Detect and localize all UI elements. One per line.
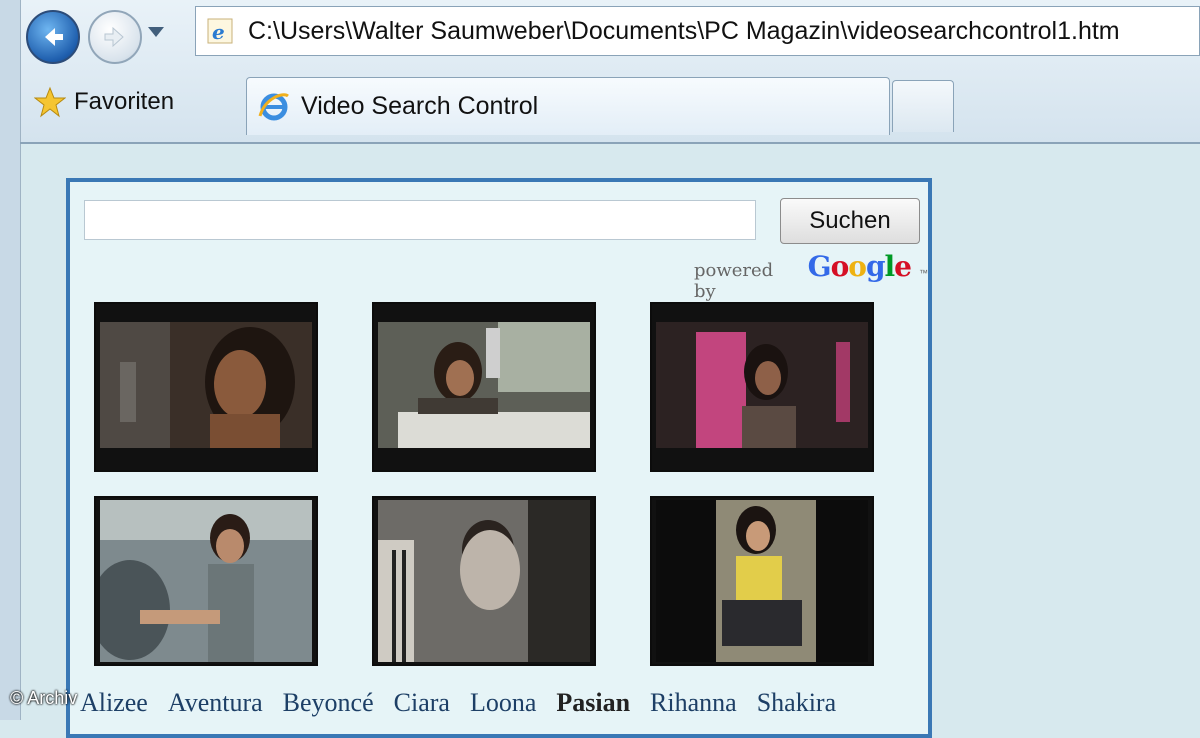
address-bar[interactable]: e C:\Users\Walter Saumweber\Documents\PC… (195, 6, 1200, 56)
search-input[interactable] (84, 200, 756, 240)
google-letter: e (894, 250, 912, 283)
tag-current: Pasian (556, 688, 631, 717)
tag-list: Alizee Aventura Beyoncé Ciara Loona Pasi… (80, 688, 836, 718)
video-still (656, 500, 868, 662)
tag-link[interactable]: Shakira (757, 688, 836, 718)
google-letter: o (830, 250, 850, 283)
video-still (100, 322, 312, 448)
powered-by-google: powered by Google ™ (694, 250, 928, 302)
favorites-label: Favoriten (74, 88, 175, 115)
arrow-right-icon (104, 26, 124, 48)
back-button[interactable] (26, 10, 80, 64)
history-dropdown-button[interactable] (148, 27, 164, 37)
ie-page-icon: e (207, 18, 233, 44)
arrow-left-icon (45, 28, 63, 46)
copyright-watermark: © Archiv (10, 688, 78, 708)
google-letter: g (865, 250, 886, 283)
google-letter: G (807, 250, 832, 283)
video-still (100, 500, 312, 662)
video-thumb-2[interactable] (372, 302, 596, 472)
tag-link[interactable]: Ciara (394, 688, 450, 718)
chrome-divider (20, 142, 1200, 144)
address-url[interactable]: C:\Users\Walter Saumweber\Documents\PC M… (248, 17, 1120, 46)
tag-link[interactable]: Beyoncé (283, 688, 374, 718)
video-thumb-4[interactable] (94, 496, 318, 666)
video-still (378, 500, 590, 662)
browser-chrome: e C:\Users\Walter Saumweber\Documents\PC… (0, 0, 1200, 142)
video-thumb-6[interactable] (650, 496, 874, 666)
star-icon (34, 86, 66, 118)
video-thumb-5[interactable] (372, 496, 596, 666)
tab-title: Video Search Control (301, 92, 539, 120)
tag-link[interactable]: Rihanna (650, 688, 737, 718)
trademark: ™ (919, 268, 928, 278)
google-letter: l (884, 250, 896, 283)
google-logo: Google (807, 250, 912, 283)
search-button[interactable]: Suchen (780, 198, 920, 244)
forward-button[interactable] (88, 10, 142, 64)
tab-video-search-control[interactable]: Video Search Control (246, 77, 890, 135)
tag-link[interactable]: Loona (470, 688, 536, 718)
video-thumb-1[interactable] (94, 302, 318, 472)
window-frame (0, 0, 21, 720)
favorites-button[interactable]: Favoriten (34, 84, 174, 120)
video-still (656, 322, 868, 448)
video-search-widget: Suchen powered by Google ™ Alizee Aventu… (66, 178, 932, 738)
video-still (378, 322, 590, 448)
tag-link[interactable]: Aventura (168, 688, 263, 718)
powered-by-label: powered by (694, 260, 774, 302)
google-letter: o (848, 250, 867, 283)
video-thumb-3[interactable] (650, 302, 874, 472)
svg-text:e: e (212, 20, 225, 44)
tag-link[interactable]: Alizee (80, 688, 148, 718)
new-tab-button[interactable] (892, 80, 954, 132)
ie-logo-icon (258, 92, 289, 120)
